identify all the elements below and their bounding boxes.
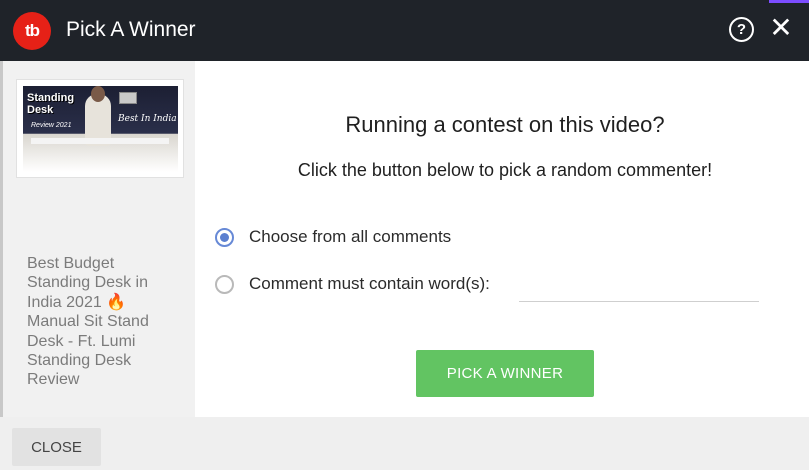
radio-contains-words[interactable] bbox=[215, 274, 234, 294]
option-all-comments-label: Choose from all comments bbox=[249, 227, 452, 246]
video-sidebar: Standing Desk Review 2021 Best In India … bbox=[0, 61, 195, 417]
dialog-footer: CLOSE bbox=[0, 417, 809, 470]
radio-all-comments[interactable] bbox=[215, 227, 234, 247]
thumbnail-person-head bbox=[91, 86, 105, 102]
help-icon[interactable]: ? bbox=[729, 17, 754, 42]
contest-panel: Running a contest on this video? Click t… bbox=[195, 61, 809, 417]
thumbnail-title-line1: Standing bbox=[27, 92, 75, 104]
video-thumbnail: Standing Desk Review 2021 Best In India bbox=[23, 86, 178, 172]
tubebuddy-logo-icon: tb bbox=[13, 12, 51, 50]
title-bar: tb Pick A Winner ? ✕ bbox=[0, 0, 809, 61]
close-icon[interactable]: ✕ bbox=[768, 13, 794, 43]
contains-words-input[interactable] bbox=[519, 268, 759, 302]
thumbnail-title-line2: Desk bbox=[27, 104, 54, 116]
thumbnail-subtitle: Review 2021 bbox=[31, 122, 72, 129]
option-contains-words-label: Comment must contain word(s): bbox=[249, 274, 490, 293]
thumbnail-title: Standing Desk bbox=[27, 92, 74, 116]
video-title: Best Budget Standing Desk in India 2021 … bbox=[27, 255, 149, 389]
thumbnail-desk bbox=[31, 138, 169, 144]
option-all-comments[interactable]: Choose from all comments bbox=[215, 227, 451, 247]
dialog-title: Pick A Winner bbox=[66, 18, 196, 41]
contest-heading: Running a contest on this video? bbox=[345, 112, 665, 137]
thumbnail-monitor bbox=[119, 92, 137, 104]
contest-subheading: Click the button below to pick a random … bbox=[297, 160, 713, 180]
thumbnail-badge: Best In India bbox=[118, 114, 177, 124]
pick-winner-button[interactable]: PICK A WINNER bbox=[416, 350, 594, 397]
close-button[interactable]: CLOSE bbox=[12, 428, 101, 466]
option-contains-words[interactable]: Comment must contain word(s): bbox=[215, 274, 490, 294]
title-bar-accent bbox=[769, 0, 809, 3]
video-thumbnail-frame: Standing Desk Review 2021 Best In India bbox=[16, 79, 184, 178]
